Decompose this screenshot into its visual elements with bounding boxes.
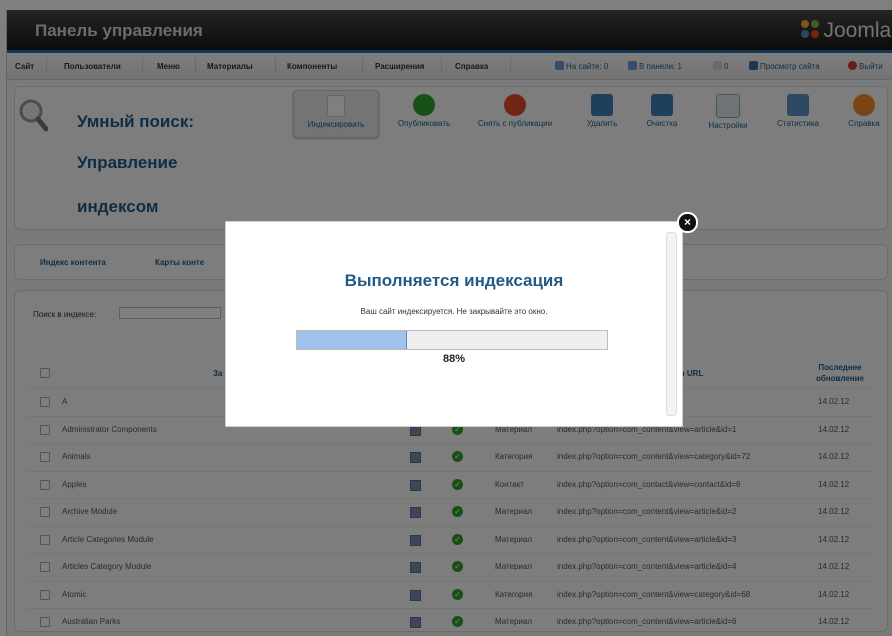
indexer-dialog: Выполняется индексация Ваш сайт индексир… bbox=[225, 221, 683, 427]
close-icon[interactable]: × bbox=[677, 212, 698, 233]
dialog-title: Выполняется индексация bbox=[344, 271, 564, 290]
progress-bar bbox=[296, 330, 608, 350]
dialog-scrollbar[interactable] bbox=[666, 232, 677, 416]
progress-percent: 88% bbox=[442, 353, 466, 365]
progress-fill bbox=[297, 331, 407, 349]
dialog-message: Ваш сайт индексируется. Не закрывайте эт… bbox=[360, 307, 548, 316]
